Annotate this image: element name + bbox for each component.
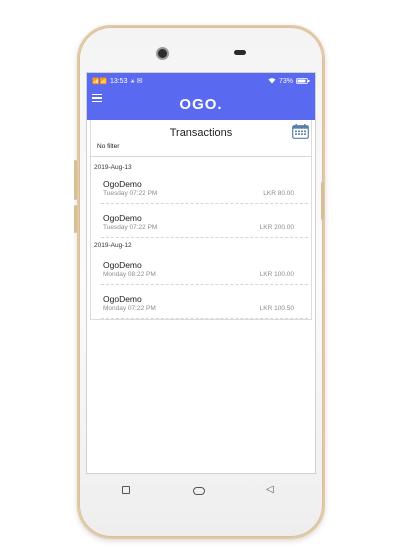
transaction-time: Tuesday 07:22 PM [103, 190, 158, 197]
android-nav-bar: ◁ [86, 478, 314, 503]
transactions-header: Transactions No filter [91, 120, 311, 157]
signal-icon: 📶📶 [92, 79, 107, 85]
transaction-amount: LKR 100.00 [259, 271, 294, 278]
transaction-time: Monday 07:22 PM [103, 305, 156, 312]
app-logo: OGO. [179, 96, 223, 113]
earpiece-speaker [234, 50, 246, 55]
calendar-icon[interactable] [292, 124, 309, 139]
app-bar: OGO. [87, 90, 315, 120]
merchant-name: OgoDemo [103, 260, 142, 270]
battery-icon [296, 77, 310, 86]
transaction-amount: LKR 80.00 [263, 190, 294, 197]
transaction-row[interactable]: OgoDemo Monday 08:22 PM LKR 100.00 [101, 251, 308, 285]
date-header: 2019-Aug-13 [94, 164, 132, 171]
notification-icons: ⚹ ✉ [130, 78, 143, 85]
merchant-name: OgoDemo [103, 294, 142, 304]
page-title: Transactions [169, 127, 233, 139]
app-screen: 📶📶 13:53 ⚹ ✉ 73% OGO. Transactions No fi… [86, 72, 316, 474]
status-bar: 📶📶 13:53 ⚹ ✉ 73% [87, 73, 315, 90]
date-header: 2019-Aug-12 [94, 242, 132, 249]
recent-apps-icon[interactable] [122, 486, 130, 494]
merchant-name: OgoDemo [103, 213, 142, 223]
transaction-amount: LKR 100.50 [259, 305, 294, 312]
filter-label[interactable]: No filter [97, 143, 119, 150]
front-camera [156, 47, 169, 60]
transaction-row[interactable]: OgoDemo Tuesday 07:22 PM LKR 200.00 [101, 204, 308, 238]
merchant-name: OgoDemo [103, 179, 142, 189]
status-time: 13:53 [109, 78, 128, 85]
power-button [321, 182, 324, 220]
wifi-icon [268, 77, 276, 86]
back-icon[interactable]: ◁ [266, 483, 274, 497]
transaction-row[interactable]: OgoDemo Monday 07:22 PM LKR 100.50 [101, 285, 308, 319]
volume-button [74, 160, 77, 200]
battery-percent: 73% [278, 78, 293, 85]
home-icon[interactable] [193, 487, 205, 495]
transaction-time: Monday 08:22 PM [103, 271, 156, 278]
transactions-card: Transactions No filter 2019-Aug-13 OgoDe… [90, 120, 312, 320]
transaction-row[interactable]: OgoDemo Tuesday 07:22 PM LKR 80.00 [101, 170, 308, 204]
transaction-time: Tuesday 07:22 PM [103, 224, 158, 231]
transaction-amount: LKR 200.00 [259, 224, 294, 231]
volume-button-lower [74, 205, 77, 233]
